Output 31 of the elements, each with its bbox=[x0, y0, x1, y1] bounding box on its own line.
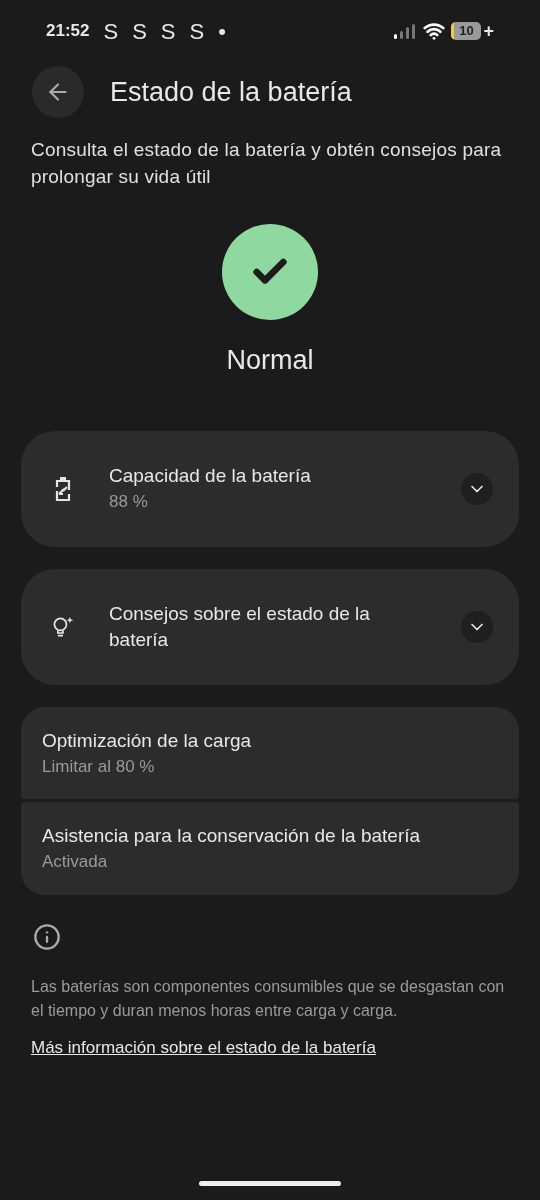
notification-glyph: S bbox=[160, 17, 176, 46]
status-label: Normal bbox=[226, 344, 314, 377]
expandable-card[interactable]: Capacidad de la batería 88 % bbox=[21, 430, 519, 547]
notification-glyph: • bbox=[218, 17, 226, 46]
notification-glyph: S bbox=[189, 17, 205, 46]
card-subtitle: 88 % bbox=[109, 490, 149, 513]
notification-glyph: S bbox=[103, 17, 119, 46]
page-title: Estado de la batería bbox=[110, 75, 352, 109]
settings-item[interactable]: Asistencia para la conservación de la batería Activada bbox=[21, 802, 519, 895]
status-time: 21:52 bbox=[46, 20, 90, 43]
card-title: Capacidad de la batería bbox=[109, 463, 312, 488]
expandable-card[interactable]: Consejos sobre el estado de la batería bbox=[21, 568, 519, 685]
setting-summary: Activada bbox=[42, 851, 109, 873]
page-description: Consulta el estado de la batería y obtén consejos para prolongar su vida útil bbox=[30, 138, 503, 189]
signal-icon bbox=[393, 23, 418, 39]
notification-glyph: S bbox=[132, 17, 147, 46]
footer-text: Las baterías son componentes consumibles que se desgastan con el tiempo y duran menos horas entre carga y carga. bbox=[30, 976, 506, 1021]
card-title: Consejos sobre el estado de la batería bbox=[109, 601, 371, 652]
setting-title: Asistencia para la conservación de la batería bbox=[42, 824, 422, 848]
settings-item[interactable]: Optimización de la carga Limitar al 80 % bbox=[21, 706, 519, 799]
battery-charging-icon bbox=[54, 475, 72, 502]
info-icon bbox=[33, 922, 61, 951]
setting-title: Optimización de la carga bbox=[42, 728, 253, 753]
charging-mark: + bbox=[483, 19, 494, 43]
back-button[interactable] bbox=[32, 66, 84, 118]
expand-toggle[interactable] bbox=[461, 472, 493, 505]
expand-toggle[interactable] bbox=[461, 610, 493, 643]
setting-summary: Limitar al 80 % bbox=[42, 755, 156, 778]
learn-more-link[interactable]: Más información sobre el estado de la batería bbox=[31, 1034, 376, 1060]
battery-icon: 10 bbox=[451, 22, 482, 40]
wifi-icon bbox=[423, 20, 446, 42]
